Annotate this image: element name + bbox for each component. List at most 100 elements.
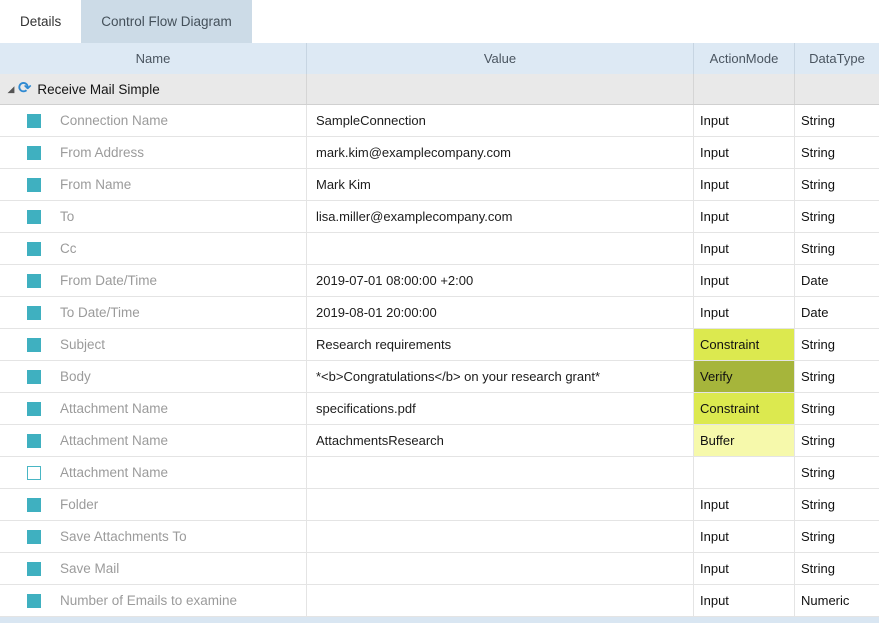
name-cell: Folder (0, 489, 307, 520)
value-cell[interactable]: mark.kim@examplecompany.com (307, 137, 694, 168)
actionmode-cell[interactable]: Input (694, 553, 795, 584)
table-row[interactable]: Cc Input String (0, 233, 879, 265)
attribute-name-label: Attachment Name (60, 401, 168, 416)
table-row[interactable]: To lisa.miller@examplecompany.com Input … (0, 201, 879, 233)
value-cell[interactable] (307, 521, 694, 552)
attribute-name-label: Connection Name (60, 113, 168, 128)
row-checkbox[interactable] (27, 562, 41, 576)
column-header-name: Name (0, 43, 307, 74)
row-checkbox[interactable] (27, 114, 41, 128)
tab-strip: Details Control Flow Diagram (0, 0, 879, 43)
datatype-cell: String (795, 137, 879, 168)
value-cell[interactable] (307, 489, 694, 520)
datatype-cell: Date (795, 265, 879, 296)
table-row[interactable]: Subject Research requirements Constraint… (0, 329, 879, 361)
row-checkbox[interactable] (27, 274, 41, 288)
value-cell[interactable]: 2019-08-01 20:00:00 (307, 297, 694, 328)
actionmode-cell[interactable]: Input (694, 105, 795, 136)
actionmode-cell[interactable]: Verify (694, 361, 795, 392)
actionmode-cell[interactable] (694, 457, 795, 488)
group-type-cell (795, 74, 879, 104)
actionmode-cell[interactable]: Constraint (694, 393, 795, 424)
table-row[interactable]: Number of Emails to examine Input Numeri… (0, 585, 879, 617)
actionmode-cell[interactable]: Constraint (694, 329, 795, 360)
refresh-module-icon: ⟳ (18, 80, 31, 96)
tab-control-flow-diagram[interactable]: Control Flow Diagram (81, 0, 252, 43)
row-checkbox[interactable] (27, 434, 41, 448)
actionmode-cell[interactable]: Buffer (694, 425, 795, 456)
actionmode-cell[interactable]: Input (694, 233, 795, 264)
value-cell[interactable]: lisa.miller@examplecompany.com (307, 201, 694, 232)
group-label: Receive Mail Simple (37, 82, 159, 97)
row-checkbox[interactable] (27, 210, 41, 224)
row-checkbox[interactable] (27, 306, 41, 320)
row-checkbox[interactable] (27, 370, 41, 384)
attribute-name-label: From Address (60, 145, 144, 160)
actionmode-cell[interactable]: Input (694, 521, 795, 552)
table-row[interactable]: Attachment Name String (0, 457, 879, 489)
row-checkbox[interactable] (27, 498, 41, 512)
table-row[interactable]: To Date/Time 2019-08-01 20:00:00 Input D… (0, 297, 879, 329)
row-checkbox[interactable] (27, 242, 41, 256)
row-checkbox[interactable] (27, 146, 41, 160)
attribute-name-label: To (60, 209, 74, 224)
row-checkbox[interactable] (27, 530, 41, 544)
row-checkbox[interactable] (27, 466, 41, 480)
column-header-datatype: DataType (795, 43, 879, 74)
column-header-actionmode: ActionMode (694, 43, 795, 74)
row-checkbox[interactable] (27, 594, 41, 608)
value-cell[interactable]: Mark Kim (307, 169, 694, 200)
datatype-cell: String (795, 457, 879, 488)
name-cell: To (0, 201, 307, 232)
actionmode-cell[interactable]: Input (694, 137, 795, 168)
attribute-name-label: Attachment Name (60, 465, 168, 480)
expander-icon[interactable]: ◢ (4, 84, 18, 95)
value-cell[interactable]: 2019-07-01 08:00:00 +2:00 (307, 265, 694, 296)
value-cell[interactable] (307, 585, 694, 616)
name-cell: Number of Emails to examine (0, 585, 307, 616)
value-cell[interactable]: SampleConnection (307, 105, 694, 136)
value-cell[interactable]: specifications.pdf (307, 393, 694, 424)
datatype-cell: String (795, 201, 879, 232)
value-cell[interactable]: AttachmentsResearch (307, 425, 694, 456)
datatype-cell: String (795, 521, 879, 552)
table-row[interactable]: Folder Input String (0, 489, 879, 521)
datatype-cell: Date (795, 297, 879, 328)
attribute-name-label: From Date/Time (60, 273, 157, 288)
table-row[interactable]: From Name Mark Kim Input String (0, 169, 879, 201)
tab-details[interactable]: Details (0, 0, 81, 43)
value-cell[interactable]: *<b>Congratulations</b> on your research… (307, 361, 694, 392)
datatype-cell: String (795, 329, 879, 360)
datatype-cell: String (795, 105, 879, 136)
table-row[interactable]: Save Attachments To Input String (0, 521, 879, 553)
row-checkbox[interactable] (27, 338, 41, 352)
table-row[interactable]: Connection Name SampleConnection Input S… (0, 105, 879, 137)
actionmode-cell[interactable]: Input (694, 489, 795, 520)
table-row[interactable]: From Address mark.kim@examplecompany.com… (0, 137, 879, 169)
attribute-name-label: Save Attachments To (60, 529, 187, 544)
row-checkbox[interactable] (27, 178, 41, 192)
group-row-receive-mail-simple[interactable]: ◢ ⟳ Receive Mail Simple (0, 74, 879, 105)
row-checkbox[interactable] (27, 402, 41, 416)
value-cell[interactable] (307, 233, 694, 264)
name-cell: Attachment Name (0, 425, 307, 456)
table-row[interactable]: Attachment Name specifications.pdf Const… (0, 393, 879, 425)
value-cell[interactable] (307, 457, 694, 488)
actionmode-cell[interactable]: Input (694, 297, 795, 328)
table-row[interactable]: Body *<b>Congratulations</b> on your res… (0, 361, 879, 393)
value-cell[interactable]: Research requirements (307, 329, 694, 360)
actionmode-cell[interactable]: Input (694, 201, 795, 232)
name-cell: Connection Name (0, 105, 307, 136)
actionmode-cell[interactable]: Input (694, 585, 795, 616)
table-row[interactable]: From Date/Time 2019-07-01 08:00:00 +2:00… (0, 265, 879, 297)
group-action-cell (694, 74, 795, 104)
table-row[interactable]: Save Mail Input String (0, 553, 879, 585)
name-cell: From Name (0, 169, 307, 200)
table-row[interactable]: Attachment Name AttachmentsResearch Buff… (0, 425, 879, 457)
value-cell[interactable] (307, 553, 694, 584)
name-cell: Attachment Name (0, 457, 307, 488)
attribute-name-label: Attachment Name (60, 433, 168, 448)
actionmode-cell[interactable]: Input (694, 169, 795, 200)
datatype-cell: String (795, 553, 879, 584)
actionmode-cell[interactable]: Input (694, 265, 795, 296)
